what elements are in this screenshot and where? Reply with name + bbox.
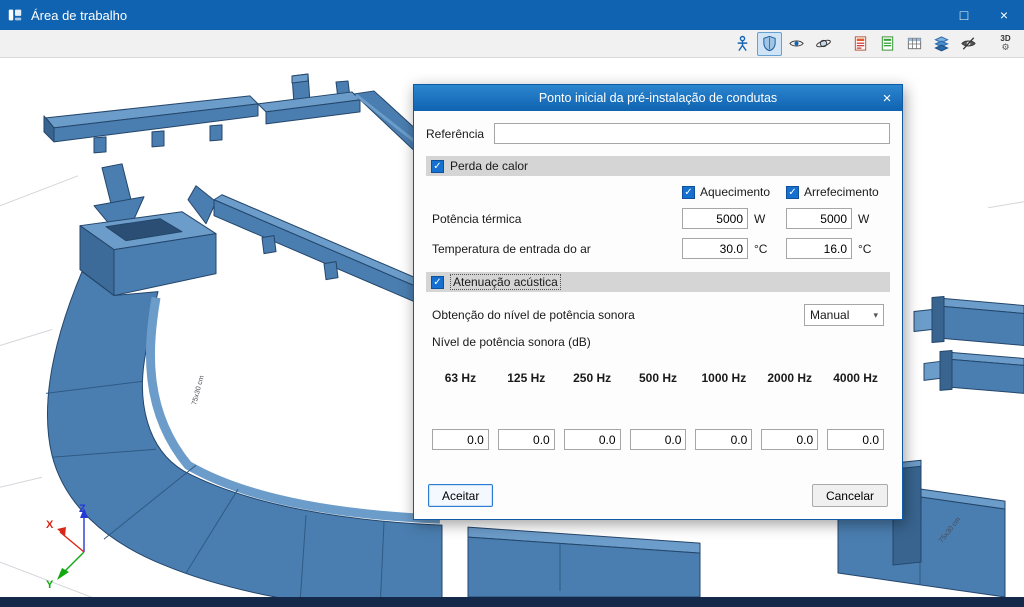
reference-input[interactable] [494, 123, 890, 144]
maximize-button[interactable]: □ [944, 0, 984, 30]
cooling-checkbox-group: ✓ Arrefecimento [786, 185, 884, 199]
app-icon [7, 7, 23, 23]
axis-y-label: Y [46, 579, 54, 591]
orbit-view-icon[interactable] [811, 32, 836, 56]
sound-power-250hz-input[interactable] [564, 429, 621, 450]
cooling-label: Arrefecimento [804, 185, 879, 199]
chevron-down-icon: ▾ [873, 310, 878, 321]
thermal-power-cooling-unit: W [858, 212, 884, 226]
thermal-power-heating-input[interactable] [682, 208, 748, 229]
air-inlet-temp-heating-input[interactable] [682, 238, 748, 259]
frequency-header: 125 Hz [498, 371, 555, 385]
sound-power-500hz-input[interactable] [630, 429, 687, 450]
frequency-header: 250 Hz [564, 371, 621, 385]
sound-power-63hz-input[interactable] [432, 429, 489, 450]
heat-loss-grid: ✓ Aquecimento ✓ Arrefecimento Potência t… [432, 185, 884, 259]
cooling-checkbox[interactable]: ✓ [786, 186, 799, 199]
close-button[interactable]: × [984, 0, 1024, 30]
toolbar-separator [838, 43, 846, 44]
window-titlebar[interactable]: Área de trabalho □ × [0, 0, 1024, 30]
top-duct-run [44, 92, 360, 153]
status-bar [0, 597, 1024, 607]
axis-x-label: X [46, 519, 54, 531]
dimension-label: 75x30 cm [191, 375, 206, 406]
layers-icon[interactable] [929, 32, 954, 56]
acoustic-title: Atenuação acústica [450, 274, 561, 290]
sound-power-125hz-input[interactable] [498, 429, 555, 450]
thermal-power-cooling-input[interactable] [786, 208, 852, 229]
dialog-titlebar[interactable]: Ponto inicial da pré-instalação de condu… [414, 85, 902, 111]
sound-power-table-label: Nível de potência sonora (dB) [432, 335, 884, 349]
sound-power-values-row [432, 429, 884, 450]
window-title: Área de trabalho [31, 8, 944, 23]
air-inlet-temp-label: Temperatura de entrada do ar [432, 242, 676, 256]
heating-label: Aquecimento [700, 185, 770, 199]
reference-label: Referência [426, 127, 484, 141]
gear-icon: ⚙ [1001, 43, 1009, 52]
heat-loss-section-header: ✓ Perda de calor [426, 156, 890, 176]
right-ducts [914, 297, 1024, 394]
frequency-header-row: 63 Hz 125 Hz 250 Hz 500 Hz 1000 Hz 2000 … [432, 371, 884, 385]
axis-triad: Z X Y [44, 500, 116, 592]
cancel-button[interactable]: Cancelar [812, 484, 888, 507]
heating-checkbox[interactable]: ✓ [682, 186, 695, 199]
accept-button[interactable]: Aceitar [428, 484, 493, 507]
sound-power-method-value: Manual [810, 308, 849, 322]
heat-loss-checkbox[interactable]: ✓ [431, 160, 444, 173]
hide-elements-icon[interactable] [956, 32, 981, 56]
tables-icon[interactable] [902, 32, 927, 56]
analysis-report-icon[interactable] [848, 32, 873, 56]
shield-protection-icon[interactable] [757, 32, 782, 56]
toolbar-separator [983, 43, 991, 44]
export-sheet-icon[interactable] [875, 32, 900, 56]
dialog-close-button[interactable]: × [872, 90, 902, 107]
sound-power-2000hz-input[interactable] [761, 429, 818, 450]
dialog-body: Referência ✓ Perda de calor ✓ Aqueciment… [414, 111, 902, 519]
sound-power-method-select[interactable]: Manual ▾ [804, 304, 884, 326]
frequency-header: 500 Hz [630, 371, 687, 385]
frequency-header: 1000 Hz [695, 371, 752, 385]
3d-settings-icon[interactable]: 3D ⚙ [993, 32, 1018, 56]
air-inlet-temp-cooling-unit: °C [858, 242, 884, 256]
acoustic-section-header: ✓ Atenuação acústica [426, 272, 890, 292]
sound-power-4000hz-input[interactable] [827, 429, 884, 450]
visibility-eye-icon[interactable] [784, 32, 809, 56]
frequency-header: 63 Hz [432, 371, 489, 385]
viewport-3d[interactable]: 75x30 cm 75x30 cm Z X Y Ponto inicial da… [0, 58, 1024, 597]
dialog-footer: Aceitar Cancelar [426, 484, 890, 509]
sound-power-1000hz-input[interactable] [695, 429, 752, 450]
dialog-title: Ponto inicial da pré-instalação de condu… [444, 91, 872, 105]
thermal-power-heating-unit: W [754, 212, 780, 226]
sound-power-method-row: Obtenção do nível de potência sonora Man… [432, 304, 884, 326]
air-inlet-temp-heating-unit: °C [754, 242, 780, 256]
toolbar: 3D ⚙ [0, 30, 1024, 58]
frequency-header: 2000 Hz [761, 371, 818, 385]
duct-start-dialog: Ponto inicial da pré-instalação de condu… [413, 84, 903, 520]
air-inlet-temp-cooling-input[interactable] [786, 238, 852, 259]
walkthrough-person-icon[interactable] [730, 32, 755, 56]
diagonal-duct-middle [188, 186, 436, 308]
axis-z-label: Z [79, 503, 86, 515]
acoustic-checkbox[interactable]: ✓ [431, 276, 444, 289]
frequency-header: 4000 Hz [827, 371, 884, 385]
app-window: Área de trabalho □ × [0, 0, 1024, 607]
reference-row: Referência [426, 123, 890, 144]
thermal-power-label: Potência térmica [432, 212, 676, 226]
heat-loss-title: Perda de calor [450, 159, 528, 173]
plenum-box [80, 212, 216, 296]
sound-power-method-label: Obtenção do nível de potência sonora [432, 308, 804, 322]
heating-checkbox-group: ✓ Aquecimento [682, 185, 780, 199]
